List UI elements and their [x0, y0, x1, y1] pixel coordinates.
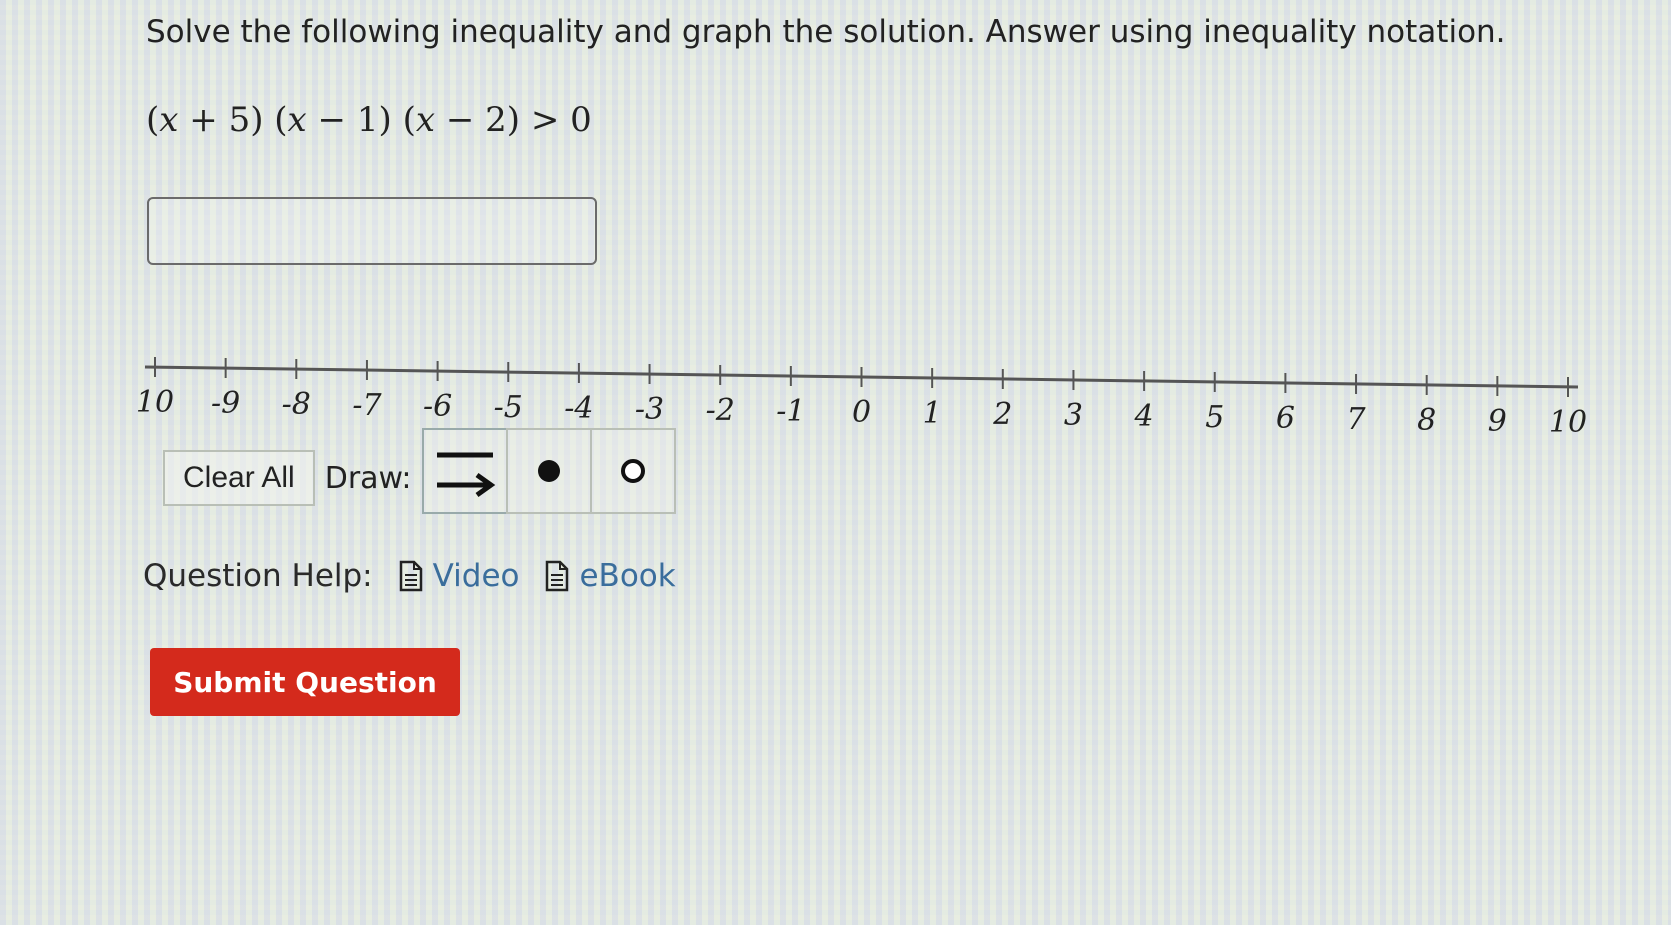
factor-2: (x − 1)	[274, 100, 392, 140]
number-line-tick-label: -2	[706, 393, 735, 428]
number-line-tick-label: 2	[992, 397, 1012, 432]
number-line-tick-label: -8	[282, 387, 311, 422]
number-line-tick-label: -5	[494, 390, 523, 425]
number-line-tick-label: 10	[136, 385, 174, 420]
number-line-axis	[144, 365, 1579, 389]
number-line-tick-label: 10	[1549, 405, 1587, 440]
number-line-tick-label: 9	[1488, 404, 1507, 439]
submit-question-button[interactable]: Submit Question	[150, 648, 460, 716]
document-icon	[546, 560, 569, 592]
rhs-value: 0	[570, 100, 592, 140]
factor-1: (x + 5)	[146, 100, 264, 140]
number-line-tick-label: 7	[1347, 402, 1367, 437]
document-icon	[399, 560, 422, 592]
number-line-tick-label: -9	[211, 386, 240, 421]
ebook-link-label: eBook	[579, 558, 676, 594]
number-line-tick-label: 5	[1205, 400, 1224, 435]
ebook-link[interactable]: eBook	[545, 558, 676, 594]
number-line-tick-label: -3	[635, 392, 664, 427]
draw-label: Draw:	[324, 460, 412, 496]
number-line-tick-label: -7	[352, 388, 382, 423]
line-and-arrow-icon	[436, 452, 495, 498]
open-dot-tool[interactable]	[589, 428, 676, 514]
closed-dot-tool[interactable]	[505, 428, 592, 514]
number-line-tick-label: 8	[1417, 403, 1436, 438]
filled-dot-icon	[537, 460, 560, 482]
ray-line-tool[interactable]	[421, 428, 508, 514]
open-dot-icon	[620, 459, 645, 483]
number-line-tick-label: 3	[1064, 398, 1083, 433]
draw-toolbar: Clear All Draw:	[163, 428, 676, 514]
question-help-label: Question Help:	[143, 558, 373, 594]
question-help: Question Help: Video eBook	[143, 558, 676, 594]
number-line-tick-label: -6	[423, 389, 452, 424]
number-line-tick-label: 6	[1276, 401, 1295, 436]
number-line-tick-label: 4	[1134, 399, 1154, 434]
number-line-tick-label: 0	[852, 395, 871, 430]
video-link-label: Video	[432, 558, 520, 594]
number-line-tick-label: 1	[923, 396, 942, 431]
clear-all-button[interactable]: Clear All	[163, 450, 315, 506]
inequality-equation: (x + 5) (x − 1) (x − 2) > 0	[146, 100, 592, 140]
relation-symbol: >	[530, 100, 571, 140]
number-line-tick-label: -1	[776, 394, 805, 429]
question-prompt: Solve the following inequality and graph…	[146, 14, 1506, 50]
number-line-tick-label: -4	[564, 391, 593, 426]
factor-3: (x − 2)	[402, 100, 521, 140]
video-link[interactable]: Video	[399, 558, 520, 594]
answer-input[interactable]	[147, 197, 597, 265]
